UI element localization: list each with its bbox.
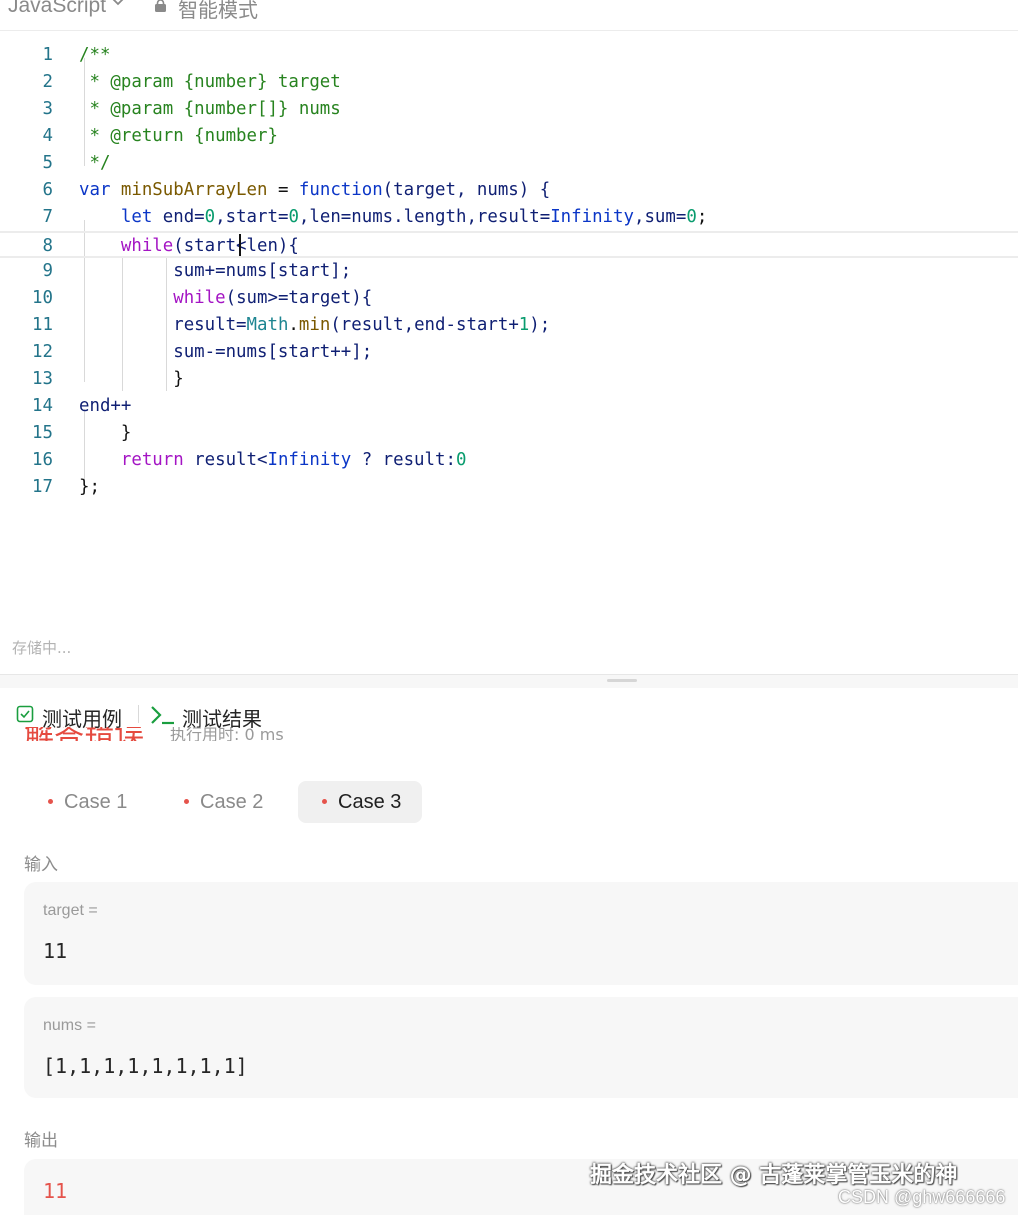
code-line: 16 return result<Infinity ? result:0	[0, 447, 1018, 474]
result-header: 解答错误 执行用时: 0 ms	[24, 727, 324, 741]
line-number: 17	[32, 477, 53, 497]
line-number: 14	[32, 396, 53, 416]
fail-dot	[322, 799, 327, 804]
line-number: 7	[42, 207, 53, 227]
terminal-icon[interactable]	[150, 704, 176, 726]
code-line: 12 sum-=nums[start++];	[0, 339, 1018, 366]
line-number: 5	[42, 153, 53, 173]
code-text: return result<Infinity ? result:0	[79, 450, 467, 470]
result-title: 解答错误	[24, 727, 144, 741]
code-line: 13 }	[0, 366, 1018, 393]
code-text: * @return {number}	[79, 126, 278, 146]
panel-splitter[interactable]	[0, 674, 1018, 688]
line-number: 15	[32, 423, 53, 443]
code-text: }	[79, 369, 184, 389]
language-selector[interactable]: JavaScript	[8, 0, 106, 18]
code-text: /**	[79, 45, 111, 65]
line-number: 6	[42, 180, 53, 200]
code-line: 14 end++	[0, 393, 1018, 420]
line-number: 4	[42, 126, 53, 146]
text-caret	[239, 234, 241, 256]
line-number: 2	[42, 72, 53, 92]
code-line: 11 result=Math.min(result,end-start+1);	[0, 312, 1018, 339]
code-line-current: 8 while(start<len){	[0, 231, 1018, 258]
line-number: 13	[32, 369, 53, 389]
watermark-juejin: 掘金技术社区 @ 古蓬莱掌管玉米的神	[590, 1163, 958, 1188]
input-name: nums =	[43, 1017, 96, 1034]
line-number: 11	[32, 315, 53, 335]
code-text: }	[79, 423, 132, 443]
case-tab-1[interactable]: Case 1	[24, 781, 154, 823]
resize-grip[interactable]	[607, 679, 637, 682]
code-line: 5 */	[0, 150, 1018, 177]
line-number: 12	[32, 342, 53, 362]
code-text: * @param {number} target	[79, 72, 341, 92]
code-editor[interactable]: 1 /** 2 * @param {number} target 3 * @pa…	[0, 31, 1018, 611]
line-number: 3	[42, 99, 53, 119]
code-line: 2 * @param {number} target	[0, 69, 1018, 96]
case-label: Case 1	[64, 791, 128, 813]
code-text: let end=0,start=0,len=nums.length,result…	[79, 207, 708, 227]
code-line: 9 sum+=nums[start];	[0, 258, 1018, 285]
input-label: 输入	[24, 855, 58, 875]
code-text: while(start<len){	[79, 236, 299, 256]
output-label: 输出	[24, 1131, 58, 1151]
line-number: 10	[32, 288, 53, 308]
editor-toolbar: JavaScript 智能模式	[0, 0, 1018, 31]
input-name: target =	[43, 902, 98, 919]
code-line: 10 while(sum>=target){	[0, 285, 1018, 312]
result-runtime: 执行用时: 0 ms	[170, 727, 284, 741]
case-tab-2[interactable]: Case 2	[160, 781, 290, 823]
tab-divider	[138, 705, 139, 723]
code-line: 7 let end=0,start=0,len=nums.length,resu…	[0, 204, 1018, 231]
case-label: Case 2	[200, 791, 264, 813]
save-status: 存储中...	[12, 639, 72, 657]
code-text: */	[79, 153, 111, 173]
input-value: 11	[43, 939, 68, 963]
code-text: sum+=nums[start];	[79, 261, 352, 281]
case-label: Case 3	[338, 791, 402, 813]
input-nums-box: nums = [1,1,1,1,1,1,1,1]	[24, 997, 1018, 1098]
checkbox-icon[interactable]	[16, 705, 34, 723]
input-value: [1,1,1,1,1,1,1,1]	[43, 1054, 248, 1078]
code-text: var minSubArrayLen = function(target, nu…	[79, 180, 551, 200]
code-line: 6 var minSubArrayLen = function(target, …	[0, 177, 1018, 204]
watermark-csdn: CSDN @ghw666666	[838, 1187, 1006, 1207]
code-text: sum-=nums[start++];	[79, 342, 373, 362]
code-line: 1 /**	[0, 42, 1018, 69]
input-target-box: target = 11	[24, 882, 1018, 985]
code-line: 15 }	[0, 420, 1018, 447]
lock-icon	[155, 0, 166, 12]
line-number: 9	[42, 261, 53, 281]
code-text: * @param {number[]} nums	[79, 99, 341, 119]
code-line: 17 };	[0, 474, 1018, 501]
code-text: end++	[79, 396, 132, 416]
line-number: 16	[32, 450, 53, 470]
fail-dot	[48, 799, 53, 804]
case-tab-3[interactable]: Case 3	[298, 781, 422, 823]
code-text: };	[79, 477, 100, 497]
fail-dot	[184, 799, 189, 804]
line-number: 8	[42, 236, 53, 256]
code-line: 3 * @param {number[]} nums	[0, 96, 1018, 123]
code-text: while(sum>=target){	[79, 288, 373, 308]
code-line: 4 * @return {number}	[0, 123, 1018, 150]
chevron-down-icon[interactable]	[110, 0, 126, 10]
output-value: 11	[43, 1179, 68, 1203]
code-text: result=Math.min(result,end-start+1);	[79, 315, 551, 335]
line-number: 1	[42, 45, 53, 65]
smart-mode-toggle[interactable]: 智能模式	[178, 0, 258, 23]
